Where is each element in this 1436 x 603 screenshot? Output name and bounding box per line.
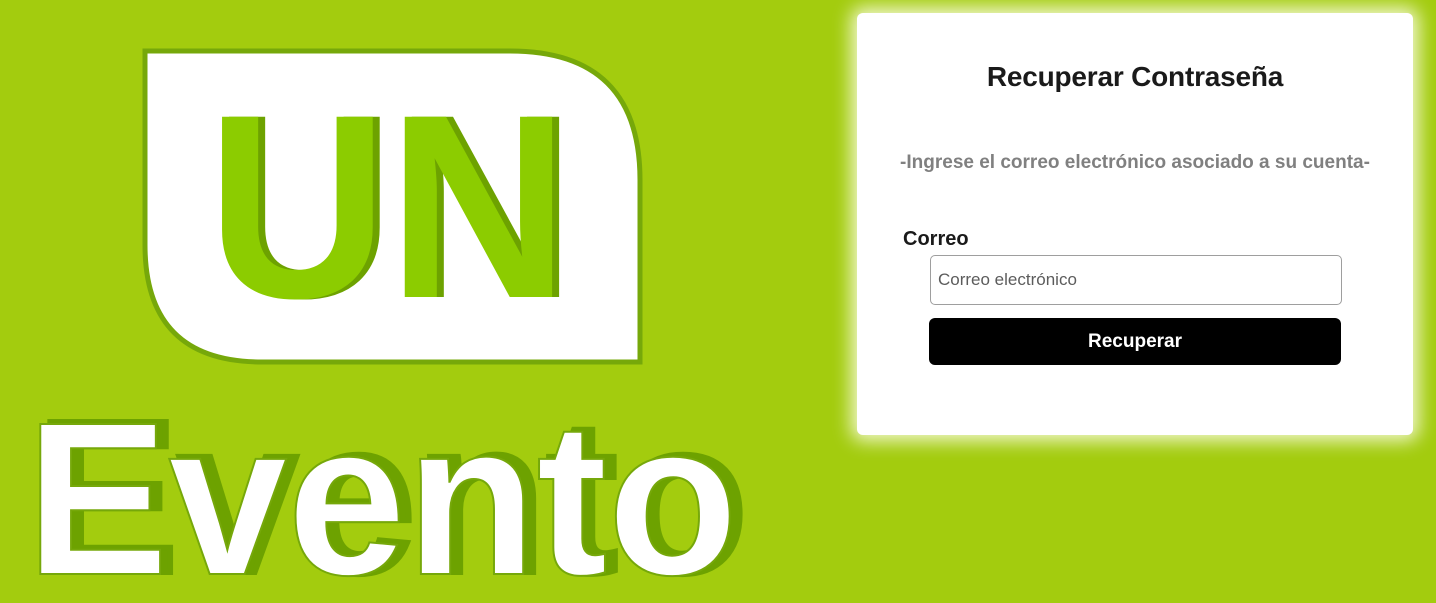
recover-password-card: Recuperar Contraseña -Ingrese el correo … <box>857 13 1413 435</box>
email-field-label: Correo <box>903 228 969 250</box>
email-field[interactable] <box>930 255 1342 305</box>
logo-evento-text: Evento <box>26 378 738 603</box>
logo-graphic: UN UN Evento Evento <box>25 48 751 603</box>
logo-un-text: UN <box>207 60 569 353</box>
recover-password-title: Recuperar Contraseña <box>986 61 1284 92</box>
recover-password-instructions: -Ingrese el correo electrónico asociado … <box>900 152 1370 173</box>
un-evento-logo: UN UN Evento Evento <box>0 0 840 603</box>
recover-button[interactable]: Recuperar <box>929 318 1341 365</box>
